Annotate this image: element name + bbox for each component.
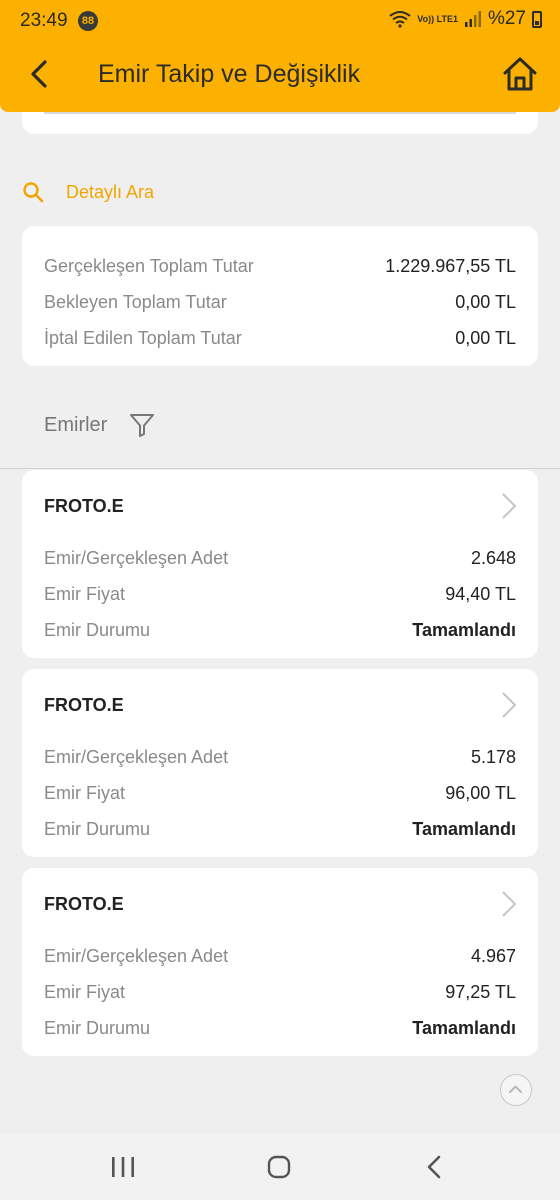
order-symbol: FROTO.E bbox=[44, 894, 124, 914]
page-title: Emir Takip ve Değişiklik bbox=[98, 60, 361, 88]
chevron-right-icon bbox=[502, 493, 517, 519]
order-status-value: Tamamlandı bbox=[412, 1018, 516, 1038]
order-price-label: Emir Fiyat bbox=[44, 982, 125, 1002]
system-nav-bar bbox=[0, 1134, 560, 1200]
chevron-up-icon bbox=[509, 1085, 522, 1093]
total-label: Gerçekleşen Toplam Tutar bbox=[44, 256, 254, 276]
order-status-label: Emir Durumu bbox=[44, 1018, 151, 1038]
total-row: Bekleyen Toplam Tutar 0,00 TL bbox=[44, 288, 516, 316]
order-qty-label: Emir/Gerçekleşen Adet bbox=[44, 548, 229, 568]
order-price-label: Emir Fiyat bbox=[44, 584, 125, 604]
recents-icon[interactable] bbox=[108, 1154, 138, 1180]
back-arrow-icon[interactable] bbox=[24, 56, 56, 92]
order-qty-label: Emir/Gerçekleşen Adet bbox=[44, 747, 229, 767]
order-card[interactable]: FROTO.E Emir/Gerçekleşen Adet 4.967 Emir… bbox=[22, 868, 538, 1056]
notification-badge: 88 bbox=[78, 11, 98, 31]
search-card bbox=[22, 112, 538, 134]
totals-card: Gerçekleşen Toplam Tutar 1.229.967,55 TL… bbox=[22, 226, 538, 366]
back-icon[interactable] bbox=[420, 1154, 450, 1180]
order-symbol: FROTO.E bbox=[44, 496, 124, 516]
order-qty-row: Emir/Gerçekleşen Adet 2.648 bbox=[44, 544, 516, 572]
signal-icon bbox=[464, 11, 481, 27]
order-qty-value: 4.967 bbox=[470, 946, 516, 966]
status-time: 23:49 bbox=[20, 10, 68, 31]
total-label: İptal Edilen Toplam Tutar bbox=[44, 328, 242, 348]
detail-search-button[interactable]: Detaylı Ara bbox=[22, 176, 154, 208]
order-status-row: Emir Durumu Tamamlandı bbox=[44, 815, 516, 843]
detail-search-label: Detaylı Ara bbox=[66, 181, 155, 202]
filter-icon[interactable] bbox=[129, 412, 155, 438]
order-card[interactable]: FROTO.E Emir/Gerçekleşen Adet 2.648 Emir… bbox=[22, 470, 538, 658]
order-price-label: Emir Fiyat bbox=[44, 783, 125, 803]
wifi-icon bbox=[389, 11, 411, 28]
order-price-row: Emir Fiyat 97,25 TL bbox=[44, 978, 516, 1006]
order-price-value: 97,25 TL bbox=[445, 982, 516, 1002]
nav-row: Emir Takip ve Değişiklik bbox=[0, 46, 560, 102]
battery-icon bbox=[532, 10, 542, 28]
order-card[interactable]: FROTO.E Emir/Gerçekleşen Adet 5.178 Emir… bbox=[22, 669, 538, 857]
order-status-label: Emir Durumu bbox=[44, 819, 151, 839]
status-right: Vo)) LTE1 %27 bbox=[389, 8, 542, 30]
app-header: 23:49 88 Vo)) LTE1 %27 Emir Takip ve Değ bbox=[0, 0, 560, 112]
total-value: 1.229.967,55 TL bbox=[385, 256, 516, 276]
total-value: 0,00 TL bbox=[455, 292, 516, 312]
chevron-right-icon bbox=[502, 891, 517, 917]
order-status-row: Emir Durumu Tamamlandı bbox=[44, 616, 516, 644]
order-price-value: 96,00 TL bbox=[445, 783, 516, 803]
orders-header: Emirler bbox=[44, 408, 155, 442]
total-row: İptal Edilen Toplam Tutar 0,00 TL bbox=[44, 324, 516, 352]
order-price-value: 94,40 TL bbox=[445, 584, 516, 604]
total-row: Gerçekleşen Toplam Tutar 1.229.967,55 TL bbox=[44, 252, 516, 280]
home-circle-icon[interactable] bbox=[264, 1154, 294, 1180]
search-field-underline[interactable] bbox=[44, 112, 516, 114]
home-icon[interactable] bbox=[500, 54, 540, 94]
chevron-right-icon bbox=[502, 692, 517, 718]
scroll-to-top-button[interactable] bbox=[500, 1074, 532, 1106]
battery-percent: %27 bbox=[487, 8, 526, 29]
order-qty-row: Emir/Gerçekleşen Adet 4.967 bbox=[44, 942, 516, 970]
order-status-row: Emir Durumu Tamamlandı bbox=[44, 1014, 516, 1042]
search-icon bbox=[23, 182, 44, 203]
order-symbol: FROTO.E bbox=[44, 695, 124, 715]
order-qty-value: 2.648 bbox=[470, 548, 516, 568]
order-qty-label: Emir/Gerçekleşen Adet bbox=[44, 946, 229, 966]
order-price-row: Emir Fiyat 94,40 TL bbox=[44, 580, 516, 608]
status-bar: 23:49 88 Vo)) LTE1 %27 bbox=[0, 0, 560, 42]
network-label: Vo)) LTE1 bbox=[417, 13, 458, 24]
order-price-row: Emir Fiyat 96,00 TL bbox=[44, 779, 516, 807]
section-divider bbox=[0, 468, 560, 469]
orders-title: Emirler bbox=[44, 413, 108, 436]
order-qty-row: Emir/Gerçekleşen Adet 5.178 bbox=[44, 743, 516, 771]
total-value: 0,00 TL bbox=[455, 328, 516, 348]
total-label: Bekleyen Toplam Tutar bbox=[44, 292, 227, 312]
order-status-value: Tamamlandı bbox=[412, 620, 516, 640]
order-status-label: Emir Durumu bbox=[44, 620, 151, 640]
order-status-value: Tamamlandı bbox=[412, 819, 516, 839]
order-qty-value: 5.178 bbox=[470, 747, 516, 767]
